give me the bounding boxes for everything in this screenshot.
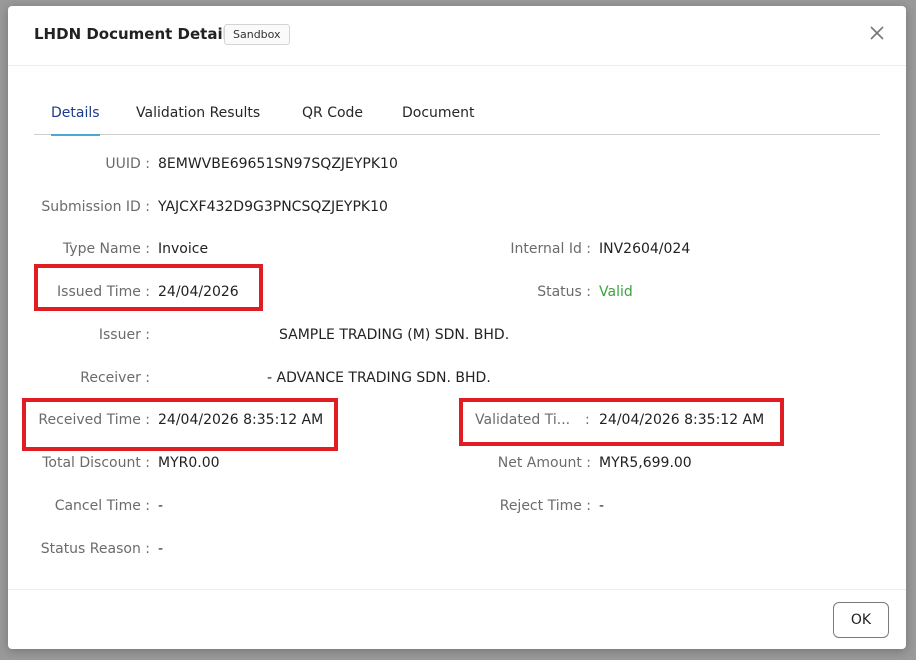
tab-document[interactable]: Document <box>402 105 475 135</box>
receiver-value: - ADVANCE TRADING SDN. BHD. <box>267 370 491 386</box>
tab-qr-code[interactable]: QR Code <box>302 105 363 135</box>
submission-id-label: Submission ID : <box>41 199 150 215</box>
total-discount-value: MYR0.00 <box>158 455 220 471</box>
tab-bar: Details Validation Results QR Code Docum… <box>34 101 880 136</box>
modal-footer: OK <box>8 589 906 649</box>
status-value: Valid <box>599 284 633 300</box>
reject-time-value: - <box>599 498 605 514</box>
reject-time-label: Reject Time : <box>499 498 591 514</box>
receiver-label: Receiver : <box>80 370 150 386</box>
internal-id-value: INV2604/024 <box>599 241 691 257</box>
status-label: Status : <box>537 284 591 300</box>
issuer-value: SAMPLE TRADING (M) SDN. BHD. <box>279 327 510 343</box>
net-amount-value: MYR5,699.00 <box>599 455 692 471</box>
issuer-label: Issuer : <box>98 327 150 343</box>
uuid-label: UUID : <box>105 156 150 172</box>
status-reason-value: - <box>158 541 164 557</box>
type-name-value: Invoice <box>158 241 209 257</box>
validated-time-highlight <box>459 398 784 446</box>
document-details-modal: LHDN Document Details Sandbox Details Va… <box>8 6 906 649</box>
issued-time-highlight <box>34 264 263 311</box>
cancel-time-value: - <box>158 498 164 514</box>
ok-button[interactable]: OK <box>833 602 889 638</box>
received-time-highlight <box>22 398 338 451</box>
total-discount-label: Total Discount : <box>42 455 150 471</box>
type-name-label: Type Name : <box>62 241 150 257</box>
modal-header: LHDN Document Details Sandbox <box>8 6 906 66</box>
tab-details[interactable]: Details <box>51 105 100 136</box>
modal-title: LHDN Document Details <box>34 25 237 43</box>
net-amount-label: Net Amount : <box>497 455 591 471</box>
submission-id-value: YAJCXF432D9G3PNCSQZJEYPK10 <box>158 199 388 215</box>
internal-id-label: Internal Id : <box>510 241 591 257</box>
environment-badge: Sandbox <box>224 24 290 45</box>
uuid-value: 8EMWVBE69651SN97SQZJEYPK10 <box>158 156 398 172</box>
status-reason-label: Status Reason : <box>40 541 150 557</box>
close-icon[interactable] <box>868 24 886 42</box>
cancel-time-label: Cancel Time : <box>54 498 150 514</box>
tab-validation-results[interactable]: Validation Results <box>136 105 260 135</box>
